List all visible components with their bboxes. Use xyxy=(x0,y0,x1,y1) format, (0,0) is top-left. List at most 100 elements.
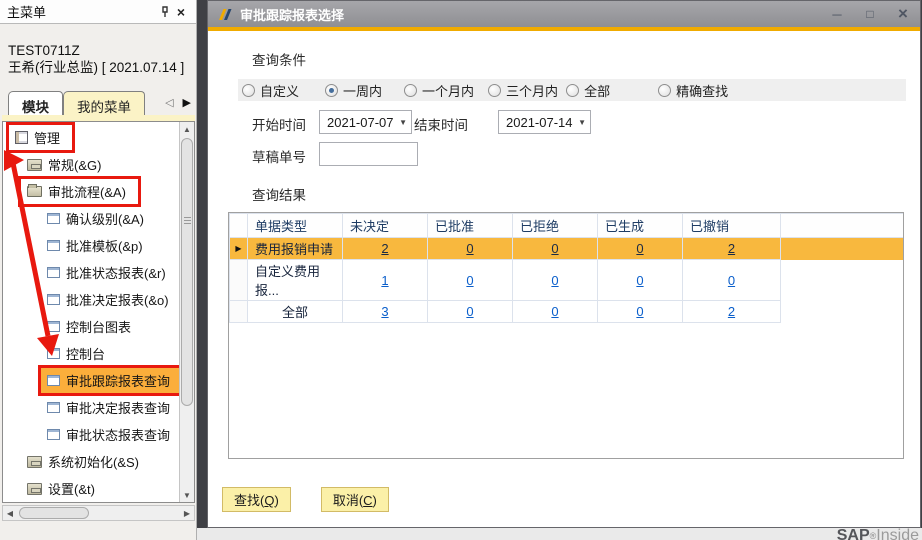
cancel-button[interactable]: 取消(C) xyxy=(321,487,389,512)
count-cell: 0 xyxy=(428,238,513,260)
table-row: 全部 3 0 0 0 2 xyxy=(230,301,904,323)
pin-icon[interactable] xyxy=(157,4,173,20)
accent-bar xyxy=(208,27,920,31)
count-link[interactable]: 0 xyxy=(551,241,558,256)
count-cell: 0 xyxy=(428,301,513,323)
dialog-titlebar[interactable]: 审批跟踪报表选择 ─ □ × xyxy=(208,1,920,27)
doc-type-cell: 全部 xyxy=(248,301,343,323)
tree-item[interactable]: 管理 xyxy=(3,124,178,151)
radio-button-icon[interactable] xyxy=(325,84,338,97)
radio-button-icon[interactable] xyxy=(658,84,671,97)
tree-item[interactable]: 设置(&t) xyxy=(3,475,178,502)
tree-item-label: 批准模板(&p) xyxy=(66,236,143,255)
scroll-left-icon[interactable]: ◀ xyxy=(3,506,17,520)
find-button[interactable]: 查找(Q) xyxy=(222,487,291,512)
doc-type-cell: 自定义费用报... xyxy=(248,260,343,301)
count-link[interactable]: 0 xyxy=(551,273,558,288)
count-link[interactable]: 0 xyxy=(636,241,643,256)
count-link[interactable]: 0 xyxy=(551,304,558,319)
close-icon[interactable]: × xyxy=(895,6,911,22)
thumb-grip xyxy=(184,217,191,224)
tree-item[interactable]: 审批跟踪报表查询 xyxy=(3,367,178,394)
tree-item-label: 控制台 xyxy=(66,344,105,363)
count-link[interactable]: 0 xyxy=(466,273,473,288)
row-selector[interactable] xyxy=(230,260,248,301)
count-link[interactable]: 0 xyxy=(466,241,473,256)
radio-option[interactable]: 精确查找 xyxy=(658,81,728,100)
count-link[interactable]: 2 xyxy=(381,241,388,256)
date-range-radio-group: 自定义 一周内 一个月内 三个月内 全部 精确查找 xyxy=(238,79,906,101)
radio-option[interactable]: 一个月内 xyxy=(404,81,474,100)
count-cell: 1 xyxy=(343,260,428,301)
count-link[interactable]: 0 xyxy=(636,273,643,288)
window-controls: ─ □ × xyxy=(829,6,911,22)
radio-label: 一个月内 xyxy=(422,81,474,100)
radio-option[interactable]: 三个月内 xyxy=(488,81,558,100)
minimize-icon[interactable]: ─ xyxy=(829,6,845,22)
start-date-select[interactable]: 2021-07-07 ▼ xyxy=(319,110,412,134)
tree-item[interactable]: 系统初始化(&S) xyxy=(3,448,178,475)
tree-item[interactable]: 审批流程(&A) xyxy=(3,178,178,205)
tree-item[interactable]: 批准模板(&p) xyxy=(3,232,178,259)
row-selector[interactable]: ▶ xyxy=(230,238,248,260)
count-link[interactable]: 0 xyxy=(728,273,735,288)
count-link[interactable]: 3 xyxy=(381,304,388,319)
tree-item[interactable]: 批准决定报表(&o) xyxy=(3,286,178,313)
tab-prev-icon[interactable]: ◁ xyxy=(165,96,173,109)
chevron-down-icon[interactable]: ▼ xyxy=(578,118,586,127)
scrollbar-thumb[interactable] xyxy=(181,138,193,406)
results-grid: 单据类型未决定已批准已拒绝已生成已撤销 ▶费用报销申请20002自定义费用报..… xyxy=(228,212,904,459)
dialog-title: 审批跟踪报表选择 xyxy=(240,5,344,24)
close-panel-icon[interactable]: × xyxy=(173,4,189,20)
count-cell: 0 xyxy=(513,238,598,260)
tree-item[interactable]: 控制台 xyxy=(3,340,178,367)
maximize-icon[interactable]: □ xyxy=(862,6,878,22)
scroll-down-icon[interactable]: ▼ xyxy=(180,488,194,502)
tab-modules[interactable]: 模块 xyxy=(8,91,63,116)
tree-item[interactable]: 常规(&G) xyxy=(3,151,178,178)
sap-inside-logo: SAP®Inside xyxy=(837,527,919,540)
count-link[interactable]: 0 xyxy=(636,304,643,319)
radio-button-icon[interactable] xyxy=(404,84,417,97)
column-header: 已拒绝 xyxy=(513,214,598,238)
tree-item[interactable]: 确认级别(&A) xyxy=(3,205,178,232)
end-time-label: 结束时间 xyxy=(414,114,468,134)
radio-button-icon[interactable] xyxy=(488,84,501,97)
column-header: 已批准 xyxy=(428,214,513,238)
scrollbar-thumb[interactable] xyxy=(19,507,89,519)
count-cell: 0 xyxy=(598,260,683,301)
tab-my-menu[interactable]: 我的菜单 xyxy=(63,91,145,116)
count-link[interactable]: 0 xyxy=(466,304,473,319)
scroll-up-icon[interactable]: ▲ xyxy=(180,122,194,136)
radio-label: 三个月内 xyxy=(506,81,558,100)
tab-next-icon[interactable]: ▶ xyxy=(183,96,191,109)
count-cell: 0 xyxy=(428,260,513,301)
chevron-down-icon[interactable]: ▼ xyxy=(399,118,407,127)
count-cell: 0 xyxy=(513,260,598,301)
results-table: 单据类型未决定已批准已拒绝已生成已撤销 ▶费用报销申请20002自定义费用报..… xyxy=(229,213,904,323)
tree-item[interactable]: 批准状态报表(&r) xyxy=(3,259,178,286)
row-selector[interactable] xyxy=(230,301,248,323)
tree-item-label: 审批状态报表查询 xyxy=(66,425,170,444)
radio-option[interactable]: 全部 xyxy=(566,81,610,100)
scroll-right-icon[interactable]: ▶ xyxy=(180,506,194,520)
tree-item[interactable]: 项目共享 xyxy=(3,502,178,503)
radio-button-icon[interactable] xyxy=(566,84,579,97)
draft-number-label: 草稿单号 xyxy=(252,146,306,166)
radio-option[interactable]: 自定义 xyxy=(242,81,299,100)
draft-number-input[interactable] xyxy=(319,142,418,166)
table-row: ▶费用报销申请20002 xyxy=(230,238,904,260)
approval-tracking-report-dialog: 审批跟踪报表选择 ─ □ × 查询条件 自定义 一周内 一个月内 三个月内 全部… xyxy=(207,0,921,528)
tree-item[interactable]: 审批状态报表查询 xyxy=(3,421,178,448)
count-link[interactable]: 1 xyxy=(381,273,388,288)
tree-item[interactable]: 控制台图表 xyxy=(3,313,178,340)
dialog-buttons: 查找(Q) 取消(C) xyxy=(222,487,389,512)
radio-button-icon[interactable] xyxy=(242,84,255,97)
end-date-select[interactable]: 2021-07-14 ▼ xyxy=(498,110,591,134)
tree-vertical-scrollbar[interactable]: ▲ ▼ xyxy=(179,122,194,502)
count-link[interactable]: 2 xyxy=(728,304,735,319)
tree-horizontal-scrollbar[interactable]: ◀ ▶ xyxy=(2,505,195,521)
tree-item[interactable]: 审批决定报表查询 xyxy=(3,394,178,421)
count-link[interactable]: 2 xyxy=(728,241,735,256)
radio-option[interactable]: 一周内 xyxy=(325,81,382,100)
